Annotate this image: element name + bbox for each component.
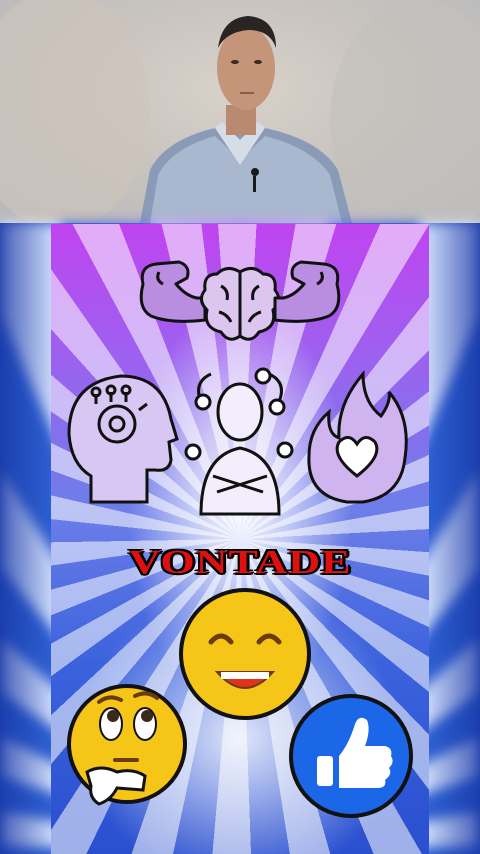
thinking-emoji-icon [67,684,187,806]
poster-word: VONTADE [128,542,352,581]
thumbs-up-icon [289,694,413,818]
smiling-emoji-icon [179,588,311,720]
presenter-figure [0,0,480,223]
strong-arm-icon [139,260,207,323]
self-love-person-icon [184,367,294,516]
brain-icon [200,267,280,341]
head-gears-icon [67,374,179,504]
motivation-poster: VONTADE [51,224,429,854]
presenter-video [0,0,480,223]
strong-arm-icon [273,260,341,323]
heart-flame-icon [307,369,408,504]
poster-illustrations [67,260,413,818]
